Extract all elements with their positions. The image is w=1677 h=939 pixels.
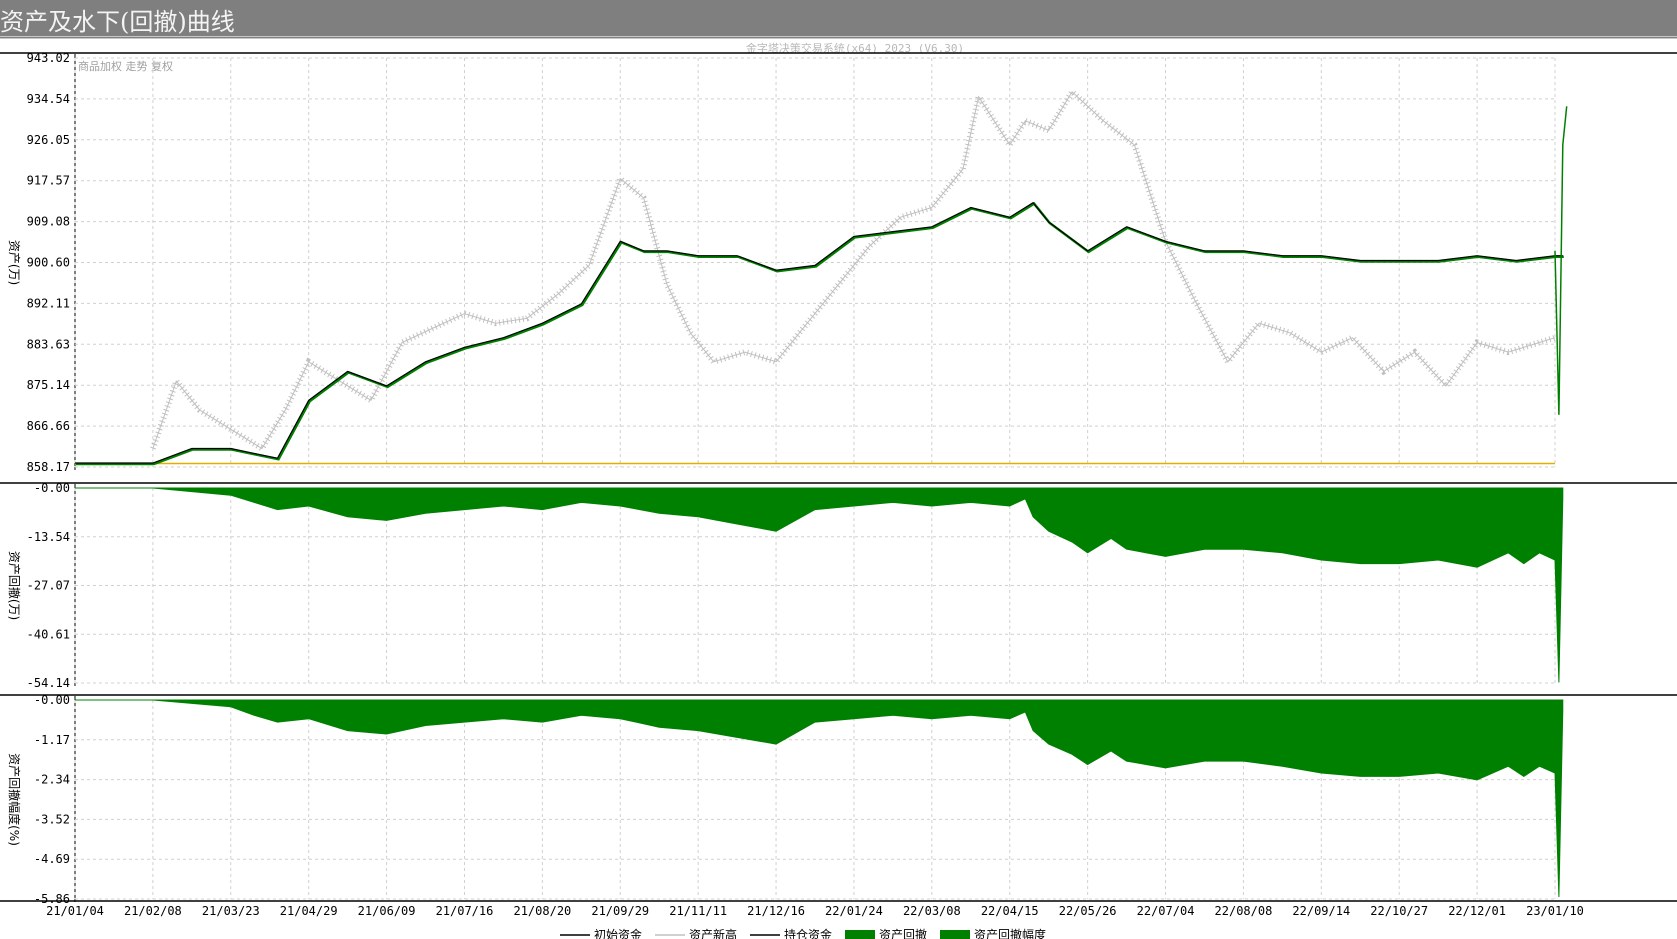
x-tick-label: 21/03/23 [202,904,260,918]
y-tick-label: -54.14 [27,676,70,690]
series-new-high [1554,106,1568,415]
x-tick-label: 21/06/09 [358,904,416,918]
y-tick-label: 883.63 [27,337,70,351]
x-tick-label: 22/12/01 [1448,904,1506,918]
x-tick-label: 22/10/27 [1370,904,1428,918]
y-tick-label: -0.00 [34,481,70,495]
x-tick-label: 22/03/08 [903,904,961,918]
x-tick-label: 21/11/11 [669,904,727,918]
y-tick-label: -0.00 [34,693,70,707]
x-tick-label: 21/08/20 [513,904,571,918]
x-tick-label: 21/12/16 [747,904,805,918]
legend-label: 资产新高 [689,927,737,939]
x-tick-label: 21/02/08 [124,904,182,918]
x-tick-label: 23/01/10 [1526,904,1584,918]
x-tick-label: 22/01/24 [825,904,883,918]
series-drawdown-area [75,699,1564,898]
chart-panel-0: 943.02 934.54 926.05 917.57 909.08 900.60 892.… [0,51,1677,474]
x-tick-label: 21/01/04 [46,904,104,918]
chart-panel-1: -0.00 -13.54 -27.07 -40.61 -54.14 资产回撤(万) [0,481,1677,690]
legend-label: 持仓资金 [784,927,832,939]
y-tick-label: -40.61 [27,627,70,641]
chart-canvas: 金字塔决策交易系统(x64) 2023 (V6.30) 商品加权 走势 复权 9… [0,41,1677,939]
y-tick-label: 943.02 [27,51,70,65]
y-tick-label: -4.69 [34,852,70,866]
y-tick-label: 909.08 [27,215,70,229]
legend-label: 资产回撤幅度 [974,927,1046,939]
y-tick-label: 917.57 [27,174,70,188]
window-titlebar: 资产及水下(回撤)曲线 [0,0,1677,39]
y-tick-label: 934.54 [27,92,70,106]
x-tick-label: 21/09/29 [591,904,649,918]
x-tick-label: 22/05/26 [1059,904,1117,918]
y-tick-label: 866.66 [27,419,70,433]
legend-swatch [940,930,970,939]
x-tick-label: 22/07/04 [1137,904,1195,918]
y-tick-label: -3.52 [34,812,70,826]
series-equity-shadow [76,202,1564,466]
y-tick-label: -13.54 [27,530,70,544]
y-axis-label: 资产回撤(万) [7,551,22,620]
y-tick-label: 900.60 [27,256,70,270]
y-tick-label: -2.34 [34,773,70,787]
legend-label: 资产回撤 [879,927,927,939]
y-tick-label: 926.05 [27,133,70,147]
y-tick-label: 858.17 [27,460,70,474]
y-tick-label: 892.11 [27,296,70,310]
y-axis-label: 资产回撤幅度(%) [7,753,22,846]
legend-swatch [845,930,875,939]
x-tick-label: 22/09/14 [1292,904,1350,918]
indicator-tags: 商品加权 走势 复权 [78,59,173,73]
x-tick-label: 22/08/08 [1215,904,1273,918]
legend: 初始资金 资产新高 持仓资金 资产回撤 资产回撤幅度 [560,927,1046,939]
x-tick-label: 21/04/29 [280,904,338,918]
y-tick-label: -27.07 [27,579,70,593]
y-tick-label: -1.17 [34,733,70,747]
x-tick-label: 22/04/15 [981,904,1039,918]
x-tick-label: 21/07/16 [436,904,494,918]
window-title: 资产及水下(回撤)曲线 [0,8,235,36]
legend-label: 初始资金 [594,927,642,939]
y-tick-label: 875.14 [27,378,70,392]
y-axis-label: 资产(万) [7,240,21,285]
chart-panel-2: -0.00-1.17-2.34-3.52-4.69-5.86资产回撤幅度(%) [0,693,1677,906]
